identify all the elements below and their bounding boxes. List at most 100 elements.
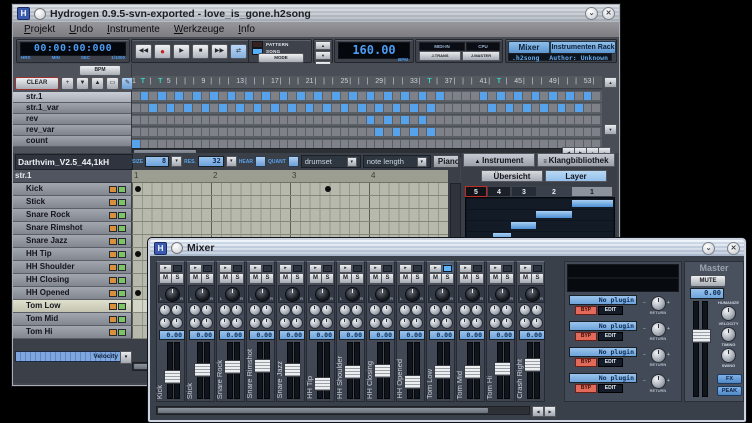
song-grid-cell[interactable] (471, 116, 479, 124)
song-grid-cell[interactable] (419, 104, 427, 112)
mixer-close-icon[interactable]: ✕ (727, 242, 740, 255)
mixer-scroll-right-icon[interactable]: ▶ (544, 406, 556, 417)
channel-solo-button[interactable]: S (531, 273, 544, 284)
fx-send-knob[interactable] (459, 304, 471, 316)
song-grid-cell[interactable] (323, 92, 331, 100)
song-grid-cell[interactable] (167, 116, 175, 124)
song-grid-cell[interactable] (323, 128, 331, 136)
song-grid-cell[interactable] (149, 140, 157, 148)
channel-fader-handle[interactable] (254, 359, 271, 373)
pattern-mode-label[interactable]: PATTERN (266, 42, 289, 47)
song-grid-cell[interactable] (566, 104, 574, 112)
fx-bypass-button[interactable]: BYP (575, 332, 597, 341)
song-grid-cell[interactable] (236, 128, 244, 136)
song-grid-cell[interactable] (384, 104, 392, 112)
instrument-solo-led[interactable] (118, 303, 126, 310)
close-icon[interactable]: ✕ (602, 7, 615, 20)
song-grid-cell[interactable] (393, 92, 401, 100)
instrument-mute-led[interactable] (109, 225, 117, 232)
song-grid-cell[interactable] (540, 92, 548, 100)
song-grid-cell[interactable] (132, 128, 140, 136)
fx-send-knob[interactable] (189, 317, 201, 329)
song-grid-cell[interactable] (453, 116, 461, 124)
song-grid-cell[interactable] (332, 116, 340, 124)
song-grid-cell[interactable] (271, 116, 279, 124)
song-grid-cell[interactable] (141, 128, 149, 136)
song-grid-cell[interactable] (462, 140, 470, 148)
channel-fader-handle[interactable] (524, 358, 541, 372)
menu-item-projekt[interactable]: Projekt (17, 24, 62, 35)
pattern-grid-row[interactable] (132, 183, 448, 196)
fx-send-knob[interactable] (339, 304, 351, 316)
song-grid-cell[interactable] (453, 104, 461, 112)
fx-send-knob[interactable] (351, 317, 363, 329)
menu-item-info[interactable]: Info (231, 24, 262, 35)
song-grid-cell[interactable] (584, 104, 592, 112)
channel-play-button[interactable]: ▸ (309, 264, 322, 273)
instrument-row[interactable]: Snare Rimshot (13, 222, 131, 235)
fx-send-knob[interactable] (201, 304, 213, 316)
song-grid-cell[interactable] (280, 92, 288, 100)
fx-send-knob[interactable] (201, 317, 213, 329)
song-grid-cell[interactable] (158, 140, 166, 148)
song-grid-cell[interactable] (202, 92, 210, 100)
song-grid-cell[interactable] (314, 104, 322, 112)
menu-item-instrumente[interactable]: Instrumente (100, 24, 167, 35)
song-grid-cell[interactable] (592, 92, 600, 100)
instrument-solo-led[interactable] (118, 225, 126, 232)
song-grid-cell[interactable] (532, 116, 540, 124)
song-grid-cell[interactable] (584, 128, 592, 136)
song-grid-cell[interactable] (314, 116, 322, 124)
note-dot[interactable] (325, 186, 331, 192)
song-grid-cell[interactable] (193, 92, 201, 100)
channel-play-button[interactable]: ▸ (339, 264, 352, 273)
channel-fader-handle[interactable] (464, 365, 481, 379)
channel-fader-handle[interactable] (164, 370, 181, 384)
velocity-property-bar[interactable]: Velocity (15, 351, 122, 362)
song-grid-cell[interactable] (341, 92, 349, 100)
song-grid-cell[interactable] (228, 116, 236, 124)
song-grid-cell[interactable] (254, 104, 262, 112)
fx-send-knob[interactable] (321, 304, 333, 316)
song-grid-cell[interactable] (271, 140, 279, 148)
song-grid-cell[interactable] (566, 128, 574, 136)
menu-item-werkzeuge[interactable]: Werkzeuge (167, 24, 231, 35)
song-grid-cell[interactable] (462, 128, 470, 136)
song-grid-cell[interactable] (375, 116, 383, 124)
song-grid-cell[interactable] (410, 140, 418, 148)
fx-send-knob[interactable] (249, 304, 261, 316)
song-grid-cell[interactable] (436, 92, 444, 100)
fx-send-knob[interactable] (531, 304, 543, 316)
song-grid-cell[interactable] (445, 92, 453, 100)
song-grid-cell[interactable] (540, 104, 548, 112)
song-grid-cell[interactable] (497, 104, 505, 112)
song-grid-cell[interactable] (427, 128, 435, 136)
song-grid-cell[interactable] (349, 128, 357, 136)
channel-solo-button[interactable]: S (501, 273, 514, 284)
move-pattern-down-button[interactable]: ▼ (76, 77, 89, 90)
song-grid-cell[interactable] (219, 116, 227, 124)
song-grid-cell[interactable] (367, 140, 375, 148)
channel-play-button[interactable]: ▸ (279, 264, 292, 273)
song-grid-cell[interactable] (575, 128, 583, 136)
fx-return-knob[interactable] (651, 296, 666, 311)
song-grid-cell[interactable] (158, 92, 166, 100)
instrument-solo-led[interactable] (118, 199, 126, 206)
channel-pan-knob[interactable] (195, 287, 210, 302)
song-grid-cell[interactable] (367, 92, 375, 100)
song-grid-cell[interactable] (367, 104, 375, 112)
channel-play-button[interactable]: ▸ (399, 264, 412, 273)
show-peaks-button[interactable]: PEAK (717, 386, 742, 396)
song-grid-cell[interactable] (202, 104, 210, 112)
song-grid-cell[interactable] (202, 116, 210, 124)
size-dropdown-icon[interactable]: ▾ (171, 156, 182, 167)
song-scroll-up-icon[interactable]: ▲ (604, 77, 617, 88)
song-grid-cell[interactable] (228, 92, 236, 100)
transport-stop-button[interactable]: ■ (192, 44, 209, 59)
fx-send-knob[interactable] (219, 304, 231, 316)
window-menu-icon[interactable] (171, 242, 183, 254)
song-grid-cell[interactable] (132, 104, 140, 112)
song-grid-cell[interactable] (132, 92, 140, 100)
song-grid-cell[interactable] (341, 104, 349, 112)
transport-record-button[interactable]: ● (154, 44, 171, 59)
